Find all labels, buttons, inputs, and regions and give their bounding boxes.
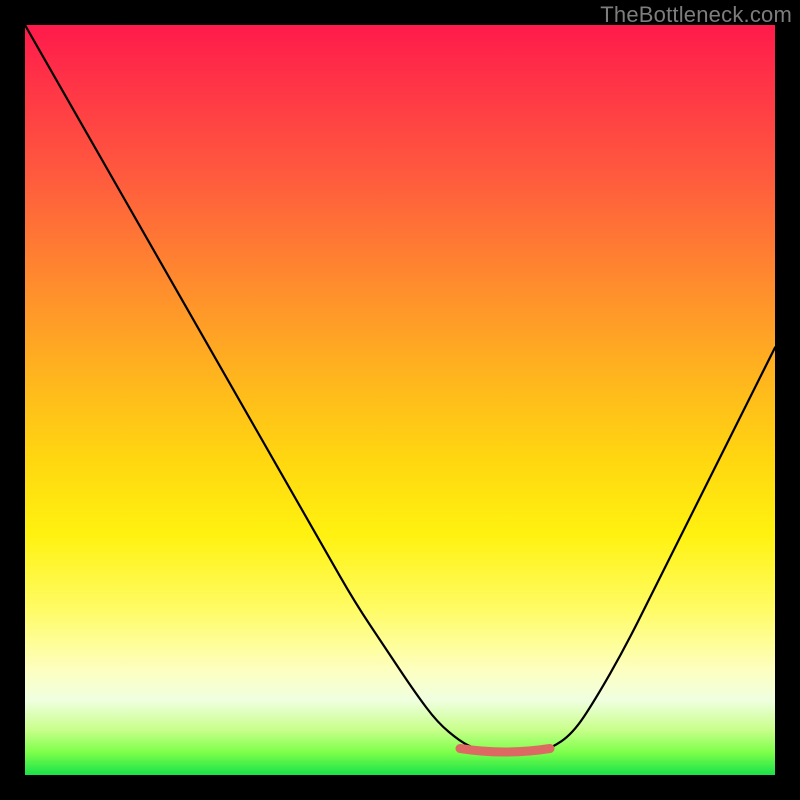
watermark-text: TheBottleneck.com <box>600 2 792 28</box>
minimum-plateau-marker <box>460 749 550 753</box>
chart-frame: TheBottleneck.com <box>0 0 800 800</box>
plot-area <box>25 25 775 775</box>
bottleneck-curve <box>25 25 775 753</box>
bottleneck-curve-svg <box>25 25 775 775</box>
